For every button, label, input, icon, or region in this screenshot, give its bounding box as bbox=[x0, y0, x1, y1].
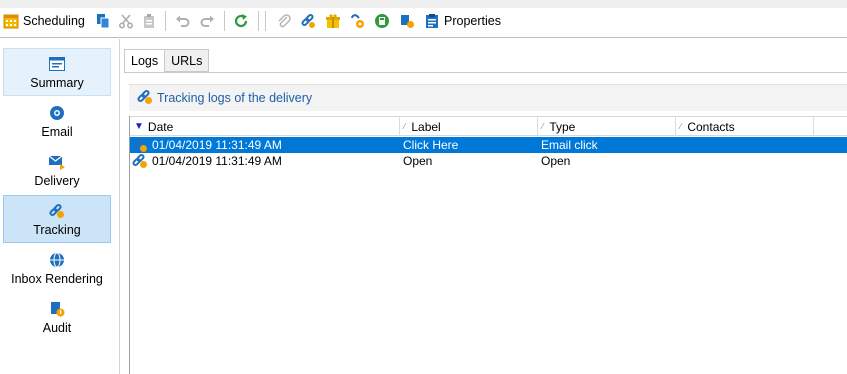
cell-date: 01/04/2019 11:31:49 AM bbox=[152, 138, 282, 152]
toolbar-top-strip bbox=[0, 0, 847, 8]
paste-button[interactable] bbox=[140, 10, 158, 32]
column-label-date: Date bbox=[147, 119, 174, 134]
nav-label-audit: Audit bbox=[42, 320, 72, 335]
nav-label-delivery: Delivery bbox=[34, 173, 80, 188]
calculator-button[interactable] bbox=[373, 10, 391, 32]
properties-label: Properties bbox=[444, 14, 501, 28]
email-icon bbox=[48, 104, 66, 122]
table-row[interactable]: 01/04/2019 11:31:49 AM Click Here Email … bbox=[130, 137, 847, 153]
workflow-button[interactable] bbox=[398, 10, 416, 32]
paperclip-icon bbox=[275, 12, 293, 30]
workflow-icon bbox=[398, 12, 416, 30]
attachment-button[interactable] bbox=[275, 10, 293, 32]
nav-item-summary[interactable]: Summary bbox=[3, 48, 111, 96]
envelope-send-icon bbox=[48, 153, 66, 171]
undo-button[interactable] bbox=[174, 10, 192, 32]
link-check-button[interactable] bbox=[348, 10, 366, 32]
nav-item-delivery[interactable]: Delivery bbox=[3, 146, 111, 194]
nav-label-summary: Summary bbox=[30, 75, 84, 90]
tab-underline bbox=[124, 72, 847, 73]
copy-button[interactable] bbox=[94, 10, 112, 32]
cell-label: Click Here bbox=[403, 138, 459, 152]
gift-icon bbox=[324, 12, 342, 30]
cell-type: Open bbox=[541, 154, 571, 168]
undo-icon bbox=[174, 12, 192, 30]
link-icon bbox=[299, 12, 317, 30]
left-navigation: Summary Email Delivery Tracking Inbox Re… bbox=[0, 39, 120, 374]
cell-label: Open bbox=[403, 154, 433, 168]
nav-label-inbox-rendering: Inbox Rendering bbox=[11, 271, 103, 286]
toolbar-separator bbox=[258, 11, 259, 31]
redo-button[interactable] bbox=[198, 10, 216, 32]
summary-icon bbox=[48, 55, 66, 73]
paste-icon bbox=[140, 12, 158, 30]
clipboard-icon bbox=[423, 12, 441, 30]
offer-button[interactable] bbox=[324, 10, 342, 32]
nav-item-audit[interactable]: Audit bbox=[3, 293, 111, 341]
tab-urls[interactable]: URLs bbox=[164, 49, 210, 72]
cut-button[interactable] bbox=[117, 10, 135, 32]
nav-item-email[interactable]: Email bbox=[3, 97, 111, 145]
nav-label-email: Email bbox=[41, 124, 73, 139]
sort-icon: ⁄ bbox=[542, 122, 544, 131]
toolbar: Scheduling Properties bbox=[0, 0, 847, 38]
properties-button[interactable]: Properties bbox=[423, 10, 501, 32]
tracking-link-icon bbox=[137, 89, 153, 108]
sort-descending-icon: ▼ bbox=[134, 121, 144, 132]
globe-icon bbox=[48, 251, 66, 269]
column-label-label: Label bbox=[411, 119, 441, 134]
sort-icon: ⁄ bbox=[404, 122, 406, 131]
panel-title: Tracking logs of the delivery bbox=[157, 91, 313, 105]
copy-icon bbox=[94, 12, 112, 30]
refresh-icon bbox=[232, 12, 250, 30]
column-header-contacts[interactable]: ⁄ Contacts bbox=[676, 117, 814, 136]
tracking-logs-grid: ▼ Date ⁄ Label ⁄ Type ⁄ Contacts 01/04/2… bbox=[129, 116, 847, 374]
cell-date: 01/04/2019 11:31:49 AM bbox=[152, 154, 282, 168]
scissors-icon bbox=[117, 12, 135, 30]
scheduling-button[interactable]: Scheduling bbox=[2, 10, 85, 32]
nav-item-inbox-rendering[interactable]: Inbox Rendering bbox=[3, 244, 111, 292]
tab-logs[interactable]: Logs bbox=[124, 49, 166, 73]
nav-item-tracking[interactable]: Tracking bbox=[3, 195, 111, 243]
cell-type: Email click bbox=[541, 138, 598, 152]
refresh-button[interactable] bbox=[232, 10, 250, 32]
row-icon bbox=[132, 137, 148, 153]
toolbar-separator bbox=[224, 11, 225, 31]
audit-icon bbox=[48, 300, 66, 318]
column-header-type[interactable]: ⁄ Type bbox=[538, 117, 676, 136]
calendar-icon bbox=[2, 12, 20, 30]
tracking-link-button[interactable] bbox=[299, 10, 317, 32]
tracking-link-icon bbox=[48, 202, 66, 220]
column-header-label[interactable]: ⁄ Label bbox=[400, 117, 538, 136]
toolbar-separator bbox=[265, 11, 266, 31]
panel-header: Tracking logs of the delivery bbox=[129, 84, 847, 111]
calculator-icon bbox=[373, 12, 391, 30]
redo-icon bbox=[198, 12, 216, 30]
row-icon bbox=[132, 153, 148, 169]
table-row[interactable]: 01/04/2019 11:31:49 AM Open Open bbox=[130, 153, 847, 169]
link-settings-icon bbox=[348, 12, 366, 30]
sort-icon: ⁄ bbox=[680, 122, 682, 131]
column-label-type: Type bbox=[549, 119, 576, 134]
tab-bar: Logs URLs bbox=[124, 49, 210, 73]
column-header-date[interactable]: ▼ Date bbox=[130, 117, 400, 136]
nav-label-tracking: Tracking bbox=[33, 222, 81, 237]
grid-header: ▼ Date ⁄ Label ⁄ Type ⁄ Contacts bbox=[130, 116, 847, 136]
toolbar-separator bbox=[165, 11, 166, 31]
scheduling-label: Scheduling bbox=[23, 14, 85, 28]
column-label-contacts: Contacts bbox=[687, 119, 735, 134]
